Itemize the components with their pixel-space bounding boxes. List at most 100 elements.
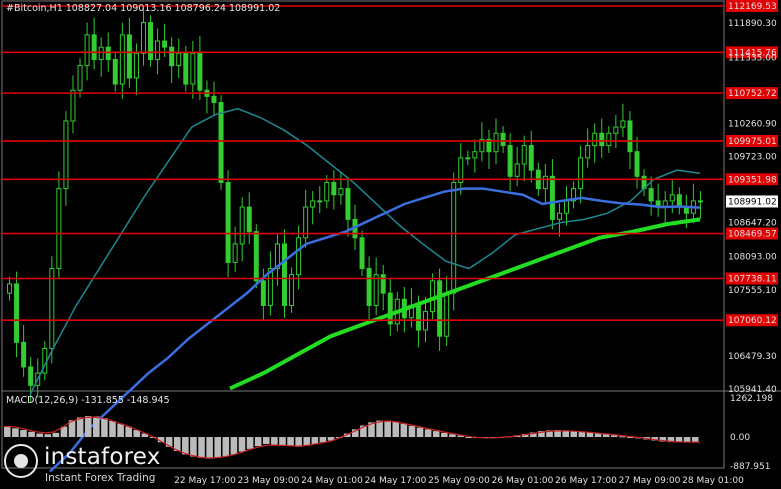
logo-icon: [4, 444, 38, 478]
level-price-label: 110752.72: [728, 89, 777, 99]
candle-body: [444, 292, 450, 337]
candle-body: [599, 132, 605, 147]
candle-body: [373, 274, 379, 306]
candle-body: [296, 237, 302, 276]
candle-body: [437, 280, 443, 337]
level-price-label: 109975.01: [728, 137, 777, 147]
candle-body: [126, 34, 132, 79]
candle-body: [338, 188, 344, 196]
candle-body: [98, 46, 104, 60]
macd-histogram-bar: [262, 437, 270, 445]
macd-histogram-bar: [683, 437, 691, 442]
candle-body: [331, 181, 337, 196]
candle-body: [556, 212, 562, 220]
candle-body: [528, 145, 534, 171]
level-price-label: 109351.98: [728, 175, 777, 185]
candle-body: [592, 132, 598, 147]
candle-body: [620, 120, 626, 128]
current-price-label: 108991.02: [728, 197, 777, 207]
candle-body: [232, 243, 238, 263]
candle-body: [253, 231, 259, 282]
candle-body: [514, 163, 520, 177]
price-tick-label: 107555.10: [728, 286, 777, 296]
macd-axis-label: 0.00: [730, 433, 750, 443]
candle-body: [289, 274, 295, 306]
ma-fast-line: [49, 187, 701, 473]
time-tick-label: 23 May 09:00: [238, 476, 300, 486]
candle-body: [119, 34, 125, 85]
candle-body: [669, 194, 675, 202]
candle-body: [507, 145, 513, 177]
macd-histogram-bar: [93, 416, 100, 438]
candle-body: [239, 206, 245, 245]
price-tick-label: 109723.00: [728, 152, 777, 162]
macd-histogram-bar: [578, 431, 586, 438]
time-tick-label: 26 May 01:00: [492, 476, 554, 486]
candle-body: [281, 243, 287, 306]
macd-histogram-bar: [84, 416, 92, 438]
candle-body: [105, 46, 111, 60]
candle-body: [465, 157, 471, 160]
macd-histogram-bar: [424, 429, 432, 438]
price-tick-label: 108093.00: [728, 253, 777, 263]
candle-body: [190, 52, 196, 85]
time-tick-label: 28 May 01:00: [682, 476, 744, 486]
candle-body: [260, 280, 266, 306]
candle-body: [218, 102, 224, 183]
candle-body: [225, 181, 231, 263]
candle-body: [521, 145, 527, 165]
candle-body: [648, 188, 654, 202]
price-chart[interactable]: 112169.53111890.30111415.76111335.001107…: [0, 0, 781, 489]
macd-histogram-bar: [109, 420, 116, 438]
price-tick-label: 111335.00: [728, 53, 777, 63]
candle-body: [415, 304, 421, 331]
candle-body: [140, 22, 146, 54]
macd-histogram-bar: [441, 432, 448, 438]
macd-histogram-bar: [392, 422, 400, 438]
macd-label: MACD(12,26,9) -131.855 -148.945: [6, 395, 170, 406]
candle-body: [472, 151, 478, 159]
instaforex-logo: instaforex Instant Forex Trading: [4, 442, 194, 486]
price-tick-label: 106479.30: [728, 352, 777, 362]
macd-histogram-bar: [594, 433, 602, 438]
level-price-label: 108469.57: [728, 230, 777, 240]
macd-histogram-bar: [432, 431, 440, 438]
macd-histogram-bar: [400, 423, 408, 438]
macd-histogram-bar: [570, 431, 578, 438]
candle-body: [324, 181, 330, 202]
candle-body: [155, 40, 161, 60]
candle-body: [63, 120, 69, 190]
price-tick-label: 110260.90: [728, 119, 777, 129]
candle-body: [169, 46, 175, 67]
candle-body: [49, 268, 55, 349]
time-tick-label: 26 May 17:00: [555, 476, 617, 486]
time-tick-label: 27 May 09:00: [619, 476, 681, 486]
ma-mid-line: [29, 107, 701, 395]
candle-body: [84, 34, 90, 67]
macd-histogram-bar: [36, 433, 43, 438]
time-tick-label: 24 May 01:00: [301, 476, 363, 486]
candle-body: [7, 283, 13, 294]
candle-body: [387, 292, 393, 325]
macd-axis-label: 1262.198: [730, 394, 773, 404]
macd-histogram-bar: [246, 437, 254, 449]
candle-body: [310, 200, 316, 208]
candle-body: [56, 188, 62, 270]
time-tick-label: 24 May 17:00: [365, 476, 427, 486]
macd-histogram-bar: [311, 437, 319, 445]
candle-body: [14, 283, 20, 343]
candle-body: [359, 237, 365, 270]
macd-histogram-bar: [287, 437, 294, 447]
macd-histogram-bar: [117, 423, 124, 438]
macd-histogram-bar: [586, 432, 594, 438]
macd-histogram-bar: [408, 425, 416, 438]
logo-name: instaforex: [44, 444, 161, 470]
candle-body: [91, 34, 97, 60]
candle-body: [211, 95, 217, 104]
candle-body: [148, 22, 154, 60]
candle-body: [197, 52, 203, 91]
macd-histogram-bar: [20, 430, 27, 438]
time-tick-label: 25 May 09:00: [428, 476, 490, 486]
macd-histogram-bar: [416, 427, 424, 438]
candle-body: [493, 132, 499, 153]
